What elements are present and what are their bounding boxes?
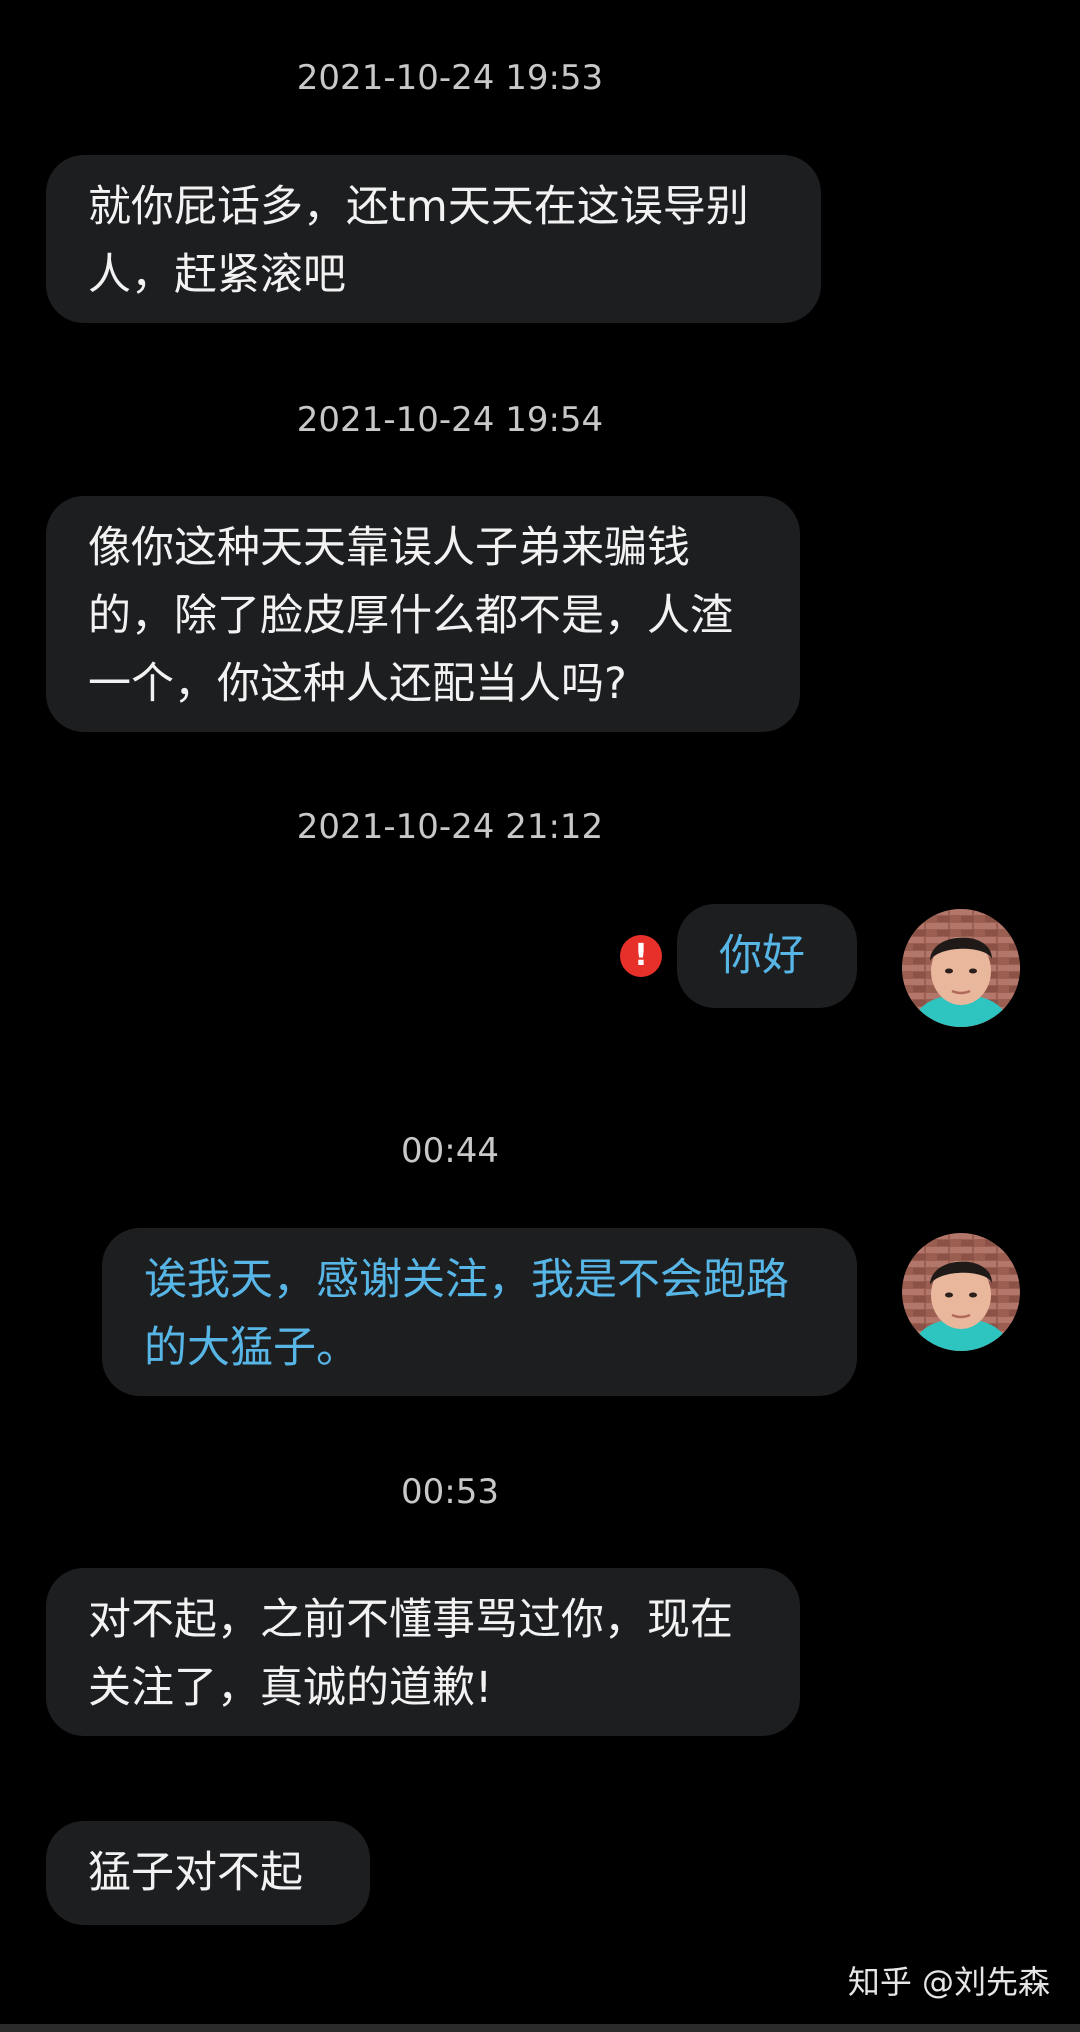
outgoing-message-bubble[interactable]: 你好 xyxy=(677,904,857,1008)
watermark: 知乎 @刘先森 xyxy=(847,1963,1050,2001)
bottom-edge xyxy=(0,2024,1080,2032)
exclamation-circle-icon[interactable]: ! xyxy=(620,935,662,977)
incoming-message-bubble[interactable]: 像你这种天天靠误人子弟来骗钱的，除了脸皮厚什么都不是，人渣一个，你这种人还配当人… xyxy=(46,496,800,732)
user-avatar[interactable] xyxy=(902,909,1020,1027)
outgoing-message-bubble[interactable]: 诶我天，感谢关注，我是不会跑路的大猛子。 xyxy=(102,1228,857,1396)
user-avatar[interactable] xyxy=(902,1233,1020,1351)
timestamp: 2021-10-24 21:12 xyxy=(296,807,604,847)
timestamp: 2021-10-24 19:54 xyxy=(296,400,604,440)
incoming-message-bubble[interactable]: 就你屁话多，还tm天天在这误导别人，赶紧滚吧 xyxy=(46,155,821,323)
avatar-image xyxy=(902,1233,1020,1351)
timestamp: 2021-10-24 19:53 xyxy=(296,58,604,98)
incoming-message-bubble[interactable]: 对不起，之前不懂事骂过你，现在关注了，真诚的道歉! xyxy=(46,1568,800,1736)
timestamp: 00:44 xyxy=(401,1131,499,1171)
incoming-message-bubble[interactable]: 猛子对不起 xyxy=(46,1821,370,1925)
timestamp: 00:53 xyxy=(401,1472,499,1512)
avatar-image xyxy=(902,909,1020,1027)
